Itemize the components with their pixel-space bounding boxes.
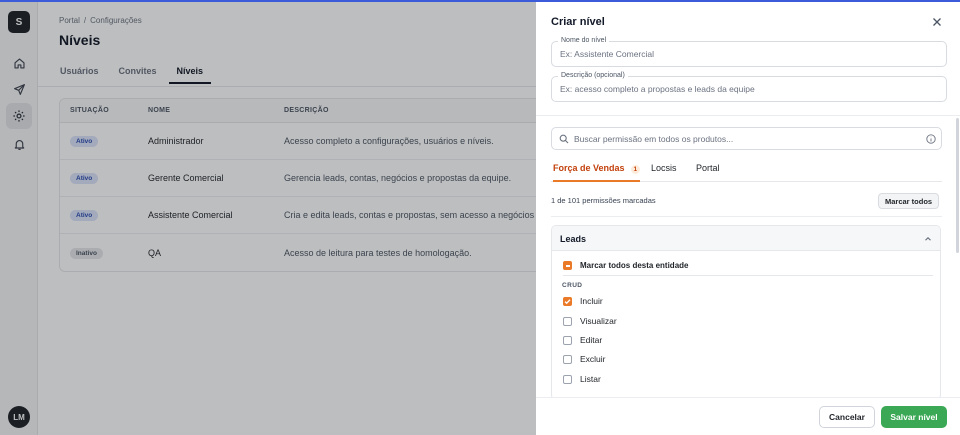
mark-all-entity-checkbox[interactable] <box>563 261 572 270</box>
permission-item-excluir[interactable]: Excluir <box>563 353 863 367</box>
selected-count-badge: 1 <box>630 165 641 174</box>
permission-search <box>551 127 942 150</box>
product-tab-label: Força de Vendas <box>553 163 625 173</box>
top-accent-bar <box>0 0 960 2</box>
permissions-count: 1 de 101 permissões marcadas <box>551 196 656 205</box>
permission-checkbox-excluir[interactable] <box>563 355 572 364</box>
permission-checkbox-listar[interactable] <box>563 375 572 384</box>
level-description-input[interactable] <box>560 84 930 94</box>
close-icon[interactable] <box>932 17 942 27</box>
modal-backdrop[interactable] <box>0 0 536 435</box>
level-description-label: Descrição (opcional) <box>558 72 628 79</box>
permissions-divider <box>551 216 942 217</box>
permission-item-listar[interactable]: Listar <box>563 373 863 387</box>
permission-checkbox-incluir[interactable] <box>563 297 572 306</box>
save-level-button[interactable]: Salvar nível <box>881 406 947 428</box>
level-name-input[interactable] <box>560 49 930 59</box>
tab-portal[interactable]: Portal <box>696 163 720 182</box>
permission-checkbox-editar[interactable] <box>563 336 572 345</box>
cancel-button[interactable]: Cancelar <box>819 406 875 428</box>
mark-all-button[interactable]: Marcar todos <box>878 193 940 209</box>
permission-item-visualizar[interactable]: Visualizar <box>563 315 863 329</box>
entity-panel-leads: Leads Marcar todos desta entidade CRUD I… <box>551 225 941 400</box>
permission-search-input[interactable] <box>574 134 914 144</box>
entity-title: Leads <box>560 234 587 244</box>
level-description-field: Descrição (opcional) <box>551 72 947 102</box>
permission-label: Visualizar <box>580 316 617 326</box>
permission-item-incluir[interactable]: Incluir <box>563 295 863 309</box>
level-name-field: Nome do nível <box>551 37 947 67</box>
permission-item-editar[interactable]: Editar <box>563 334 863 348</box>
drawer-divider <box>536 115 960 116</box>
chevron-up-icon[interactable] <box>924 235 932 243</box>
tab-forca-de-vendas[interactable]: Força de Vendas 1 <box>553 163 641 182</box>
permission-label: Listar <box>580 374 601 384</box>
product-tabs: Força de Vendas 1 Locsis Portal <box>551 163 942 182</box>
info-icon[interactable] <box>926 134 936 144</box>
create-level-drawer: Criar nível Nome do nível Descrição (opc… <box>536 0 960 435</box>
drawer-scrollbar[interactable] <box>956 118 959 253</box>
level-name-label: Nome do nível <box>558 37 610 44</box>
drawer-title: Criar nível <box>551 16 605 28</box>
permission-label: Incluir <box>580 296 603 306</box>
search-icon <box>559 134 569 144</box>
permission-label: Excluir <box>580 354 606 364</box>
entity-divider <box>563 275 933 276</box>
permission-group-label: CRUD <box>562 282 583 289</box>
permission-checkbox-visualizar[interactable] <box>563 317 572 326</box>
drawer-footer: Cancelar Salvar nível <box>536 397 960 435</box>
tab-locsis[interactable]: Locsis <box>651 163 677 182</box>
entity-panel-header[interactable]: Leads <box>552 226 940 251</box>
mark-all-entity-row[interactable]: Marcar todos desta entidade <box>563 259 933 273</box>
check-icon <box>564 299 571 305</box>
mark-all-entity-label: Marcar todos desta entidade <box>580 261 689 270</box>
permission-label: Editar <box>580 335 603 345</box>
